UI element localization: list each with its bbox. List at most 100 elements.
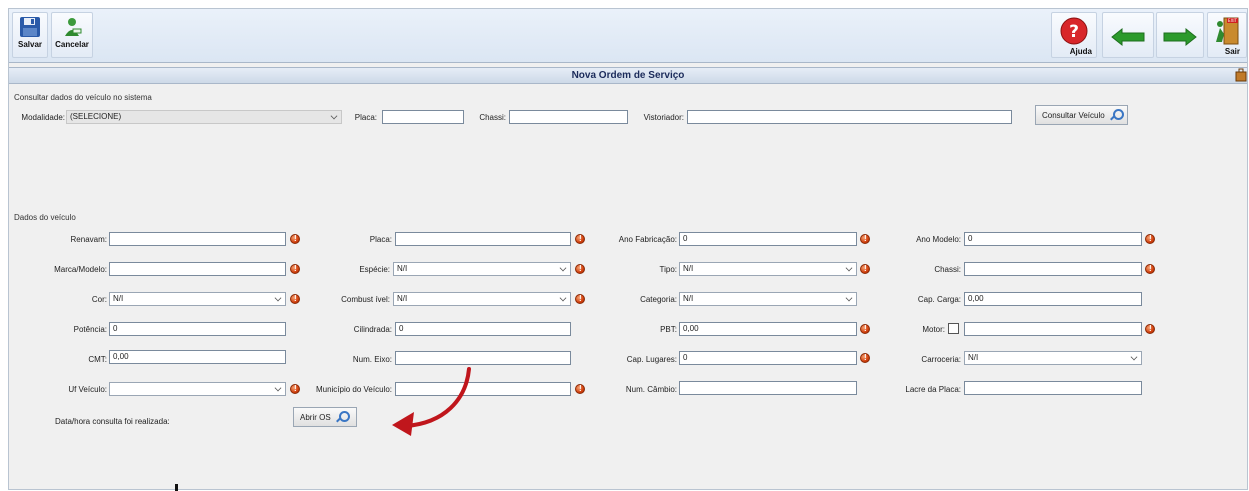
briefcase-icon[interactable] xyxy=(1235,68,1247,82)
help-button[interactable]: ? Ajuda xyxy=(1051,12,1097,58)
search-icon xyxy=(336,411,350,423)
error-icon xyxy=(1145,324,1155,334)
error-icon xyxy=(860,264,870,274)
error-icon xyxy=(1145,234,1155,244)
vistoriador-input[interactable] xyxy=(687,110,1012,124)
floppy-disk-icon xyxy=(20,17,40,37)
arrow-right-icon xyxy=(1163,27,1197,46)
toolbar: Salvar Cancelar ? Ajuda EXIT Sair xyxy=(9,9,1247,63)
consult-placa-input[interactable] xyxy=(382,110,464,124)
window-title: Nova Ordem de Serviço xyxy=(9,67,1247,84)
especie-label: Espécie: xyxy=(359,265,390,274)
exit-label: Sair xyxy=(1224,47,1240,56)
consult-group-title: Consultar dados do veículo no sistema xyxy=(14,93,152,102)
renavam-input[interactable] xyxy=(109,232,286,246)
marca-modelo-label: Marca/Modelo: xyxy=(54,265,107,274)
cilindrada-label: Cilindrada: xyxy=(353,325,392,334)
potencia-input[interactable]: 0 xyxy=(109,322,286,336)
forward-button[interactable] xyxy=(1156,12,1204,58)
ano-fabricacao-input[interactable]: 0 xyxy=(679,232,857,246)
abrir-os-label: Abrir OS xyxy=(300,412,331,422)
error-icon xyxy=(860,353,870,363)
categoria-value: N/I xyxy=(683,294,694,303)
pbt-label: PBT: xyxy=(660,325,677,334)
num-eixo-label: Num. Eixo: xyxy=(352,355,392,364)
vistoriador-label: Vistoriador: xyxy=(643,113,684,122)
combustivel-value: N/I xyxy=(397,294,408,303)
help-label: Ajuda xyxy=(1069,47,1092,56)
error-icon xyxy=(1145,264,1155,274)
cor-label: Cor: xyxy=(91,295,107,304)
modalidade-value: (SELECIONE) xyxy=(70,112,122,121)
categoria-label: Categoria: xyxy=(640,295,677,304)
marca-modelo-input[interactable] xyxy=(109,262,286,276)
tipo-value: N/I xyxy=(683,264,694,273)
chevron-down-icon xyxy=(330,112,338,120)
save-button[interactable]: Salvar xyxy=(12,12,48,58)
tipo-label: Tipo: xyxy=(659,265,678,274)
cap-lugares-input[interactable]: 0 xyxy=(679,351,857,365)
especie-value: N/I xyxy=(397,264,408,273)
num-eixo-input[interactable] xyxy=(395,351,571,365)
error-icon xyxy=(575,384,585,394)
chassi-label: Chassi: xyxy=(934,265,961,274)
error-icon xyxy=(575,294,585,304)
pbt-input[interactable]: 0,00 xyxy=(679,322,857,336)
ano-fabricacao-label: Ano Fabricação: xyxy=(618,235,677,244)
cancel-label: Cancelar xyxy=(55,40,89,49)
motor-label: Motor: xyxy=(922,325,945,334)
error-icon xyxy=(575,234,585,244)
uf-veiculo-label: Uf Veículo: xyxy=(68,385,107,394)
motor-input[interactable] xyxy=(964,322,1142,336)
chevron-down-icon xyxy=(559,264,567,272)
error-icon xyxy=(290,294,300,304)
error-icon xyxy=(575,264,585,274)
placa-label: Placa: xyxy=(369,235,392,244)
potencia-label: Potência: xyxy=(73,325,107,334)
cancel-user-icon xyxy=(65,18,82,36)
cap-lugares-label: Cap. Lugares: xyxy=(626,355,677,364)
placa-input[interactable] xyxy=(395,232,571,246)
cilindrada-input[interactable]: 0 xyxy=(395,322,571,336)
cor-select[interactable]: N/I xyxy=(109,292,286,306)
back-button[interactable] xyxy=(1102,12,1154,58)
application-window: Salvar Cancelar ? Ajuda EXIT Sair Nova O… xyxy=(8,8,1248,490)
error-icon xyxy=(290,264,300,274)
combustivel-label: Combust ível: xyxy=(341,295,390,304)
consultar-veiculo-button[interactable]: Consultar Veículo xyxy=(1035,105,1128,125)
exit-button[interactable]: EXIT Sair xyxy=(1207,12,1247,58)
tipo-select[interactable]: N/I xyxy=(679,262,857,276)
carroceria-select[interactable]: N/I xyxy=(964,351,1142,365)
cancel-button[interactable]: Cancelar xyxy=(51,12,93,58)
svg-text:?: ? xyxy=(1069,22,1079,42)
combustivel-select[interactable]: N/I xyxy=(393,292,571,306)
cmt-input[interactable]: 0,00 xyxy=(109,350,286,364)
chevron-down-icon xyxy=(559,294,567,302)
motor-checkbox[interactable] xyxy=(948,323,959,334)
consult-chassi-label: Chassi: xyxy=(479,113,506,122)
error-icon xyxy=(290,234,300,244)
help-icon: ? xyxy=(1060,17,1088,45)
modalidade-select[interactable]: (SELECIONE) xyxy=(66,110,342,124)
carroceria-label: Carroceria: xyxy=(921,355,961,364)
chevron-down-icon xyxy=(274,384,282,392)
chassi-input[interactable] xyxy=(964,262,1142,276)
save-label: Salvar xyxy=(17,40,43,49)
ano-modelo-input[interactable]: 0 xyxy=(964,232,1142,246)
categoria-select[interactable]: N/I xyxy=(679,292,857,306)
datahora-label: Data/hora consulta foi realizada: xyxy=(55,417,170,426)
chevron-down-icon xyxy=(845,294,853,302)
exit-door-icon: EXIT xyxy=(1216,17,1239,45)
especie-select[interactable]: N/I xyxy=(393,262,571,276)
consult-chassi-input[interactable] xyxy=(509,110,628,124)
chevron-down-icon xyxy=(1130,353,1138,361)
modalidade-label: Modalidade: xyxy=(21,113,65,122)
uf-veiculo-select[interactable] xyxy=(109,382,286,396)
lacre-placa-input[interactable] xyxy=(964,381,1142,395)
consult-placa-label: Placa: xyxy=(354,113,377,122)
chevron-down-icon xyxy=(274,294,282,302)
cap-carga-input[interactable]: 0,00 xyxy=(964,292,1142,306)
carroceria-value: N/I xyxy=(968,353,979,362)
abrir-os-button[interactable]: Abrir OS xyxy=(293,407,357,427)
num-cambio-input[interactable] xyxy=(679,381,857,395)
